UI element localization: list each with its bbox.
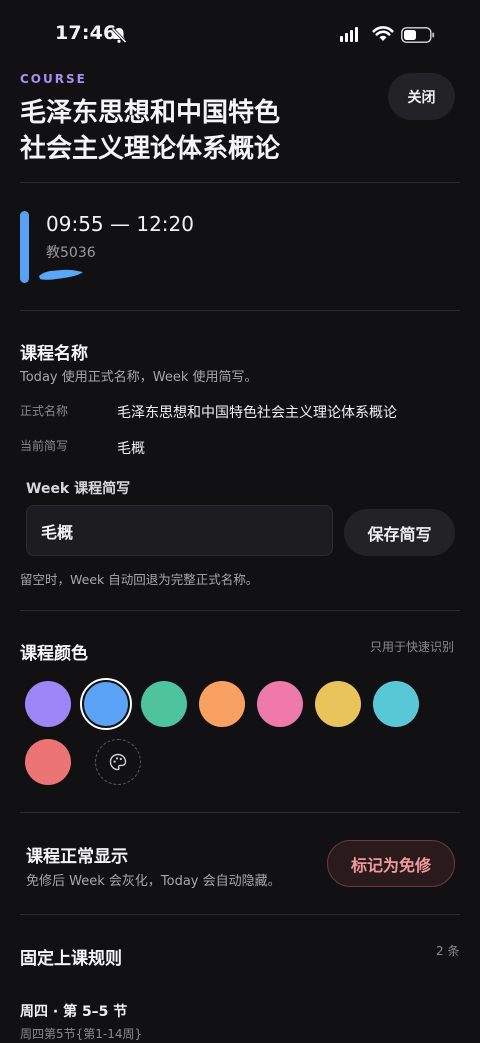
course-name-hint: Today 使用正式名称，Week 使用简写。 xyxy=(20,370,258,385)
selected-swatch-ring xyxy=(80,678,132,730)
week-abbr-input[interactable]: 毛概 xyxy=(26,505,333,556)
palette-icon xyxy=(109,753,127,771)
page-title: 毛泽东思想和中国特色 社会主义理论体系概论 xyxy=(20,95,380,167)
rules-heading: 固定上课规则 xyxy=(20,949,122,969)
color-swatch-fill xyxy=(373,681,419,727)
divider xyxy=(20,182,460,183)
empty-fallback-hint: 留空时，Week 自动回退为完整正式名称。 xyxy=(20,572,259,587)
cellular-signal-icon xyxy=(340,27,358,42)
color-swatch[interactable] xyxy=(315,681,361,727)
rules-count: 2 条 xyxy=(436,944,460,958)
formal-name-key: 正式名称 xyxy=(20,404,69,418)
course-tag: COURSE xyxy=(20,72,87,86)
battery-icon xyxy=(401,27,435,43)
course-color-heading: 课程颜色 xyxy=(20,644,88,664)
status-time: 17:46 xyxy=(55,22,117,44)
course-name-heading: 课程名称 xyxy=(20,344,88,364)
save-abbr-button[interactable]: 保存简写 xyxy=(344,509,455,556)
color-swatch-fill xyxy=(315,681,361,727)
color-swatch-fill xyxy=(25,681,71,727)
display-heading: 课程正常显示 xyxy=(26,847,128,867)
abbr-key: 当前简写 xyxy=(20,439,69,453)
divider xyxy=(20,812,460,813)
redaction-scribble xyxy=(39,269,83,280)
mark-exempt-button[interactable]: 标记为免修 xyxy=(327,840,455,887)
custom-color-button[interactable] xyxy=(95,739,141,785)
color-swatch-fill xyxy=(25,739,71,785)
close-button[interactable]: 关闭 xyxy=(388,73,455,120)
color-swatch[interactable] xyxy=(257,681,303,727)
session-room: 教5036 xyxy=(46,245,96,261)
divider xyxy=(20,610,460,611)
wifi-icon xyxy=(372,26,394,41)
color-swatch[interactable] xyxy=(25,739,71,785)
week-abbr-label: Week 课程简写 xyxy=(26,481,131,497)
color-swatch[interactable] xyxy=(80,678,132,730)
bell-off-icon xyxy=(111,27,127,44)
display-hint: 免修后 Week 会灰化，Today 会自动隐藏。 xyxy=(26,874,281,889)
session-time: 09:55 — 12:20 xyxy=(46,212,194,236)
title-line-1: 毛泽东思想和中国特色 xyxy=(20,98,281,128)
divider xyxy=(20,310,460,311)
divider xyxy=(20,914,460,915)
week-abbr-input-value: 毛概 xyxy=(41,522,74,542)
formal-name-value: 毛泽东思想和中国特色社会主义理论体系概论 xyxy=(117,405,397,421)
color-swatch-fill xyxy=(199,681,245,727)
color-swatch-fill xyxy=(141,681,187,727)
color-swatch[interactable] xyxy=(373,681,419,727)
rule-item-subtitle: 周四第5节{第1-14周} xyxy=(20,1027,143,1041)
title-line-2: 社会主义理论体系概论 xyxy=(20,134,281,164)
course-color-hint: 只用于快速识别 xyxy=(370,640,455,654)
course-color-bar xyxy=(20,211,29,283)
rule-item-title[interactable]: 周四 · 第 5–5 节 xyxy=(20,1001,127,1021)
abbr-value: 毛概 xyxy=(117,441,145,457)
color-swatch[interactable] xyxy=(199,681,245,727)
color-swatch[interactable] xyxy=(25,681,71,727)
color-swatch-fill xyxy=(257,681,303,727)
color-swatch[interactable] xyxy=(141,681,187,727)
color-swatch-fill xyxy=(84,682,128,726)
